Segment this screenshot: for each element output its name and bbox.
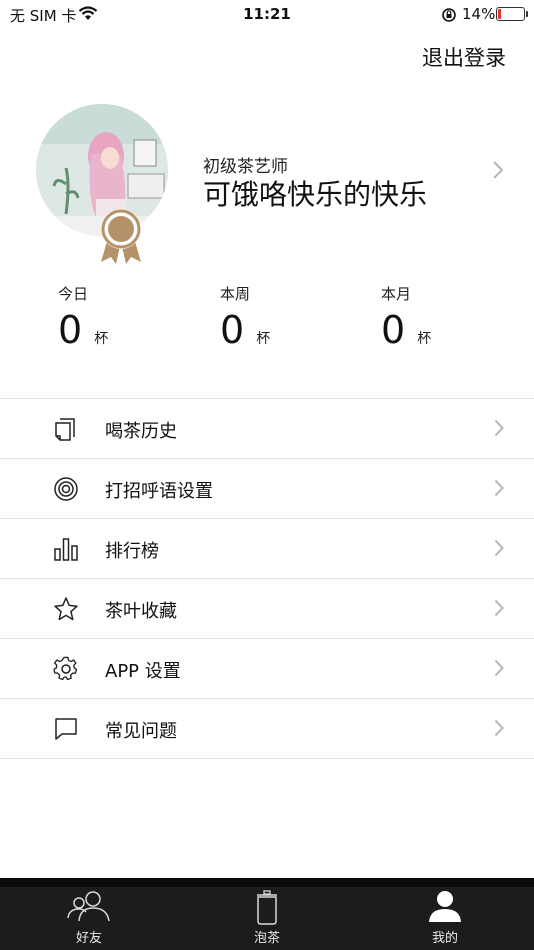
chevron-right-icon bbox=[494, 659, 504, 681]
user-icon bbox=[429, 891, 461, 922]
status-bar: 无 SIM 卡 11:21 14% bbox=[0, 0, 534, 28]
chevron-right-icon bbox=[494, 479, 504, 501]
history-icon bbox=[53, 416, 79, 442]
stat-label: 本月 bbox=[381, 285, 412, 303]
stat-label: 今日 bbox=[58, 285, 89, 303]
menu-item-label: 喝茶历史 bbox=[105, 421, 177, 442]
menu-item-faq[interactable]: 常见问题 bbox=[0, 699, 534, 759]
chevron-right-icon bbox=[494, 599, 504, 621]
stat-unit: 杯 bbox=[94, 331, 109, 347]
tab-label: 好友 bbox=[75, 931, 102, 946]
logout-button[interactable]: 退出登录 bbox=[422, 42, 506, 72]
battery-percent: 14% bbox=[462, 5, 496, 23]
tab-bar: 好友 泡茶 我的 bbox=[0, 878, 534, 950]
rotation-lock-icon bbox=[441, 7, 457, 27]
menu-item-tea-favorites[interactable]: 茶叶收藏 bbox=[0, 579, 534, 639]
tab-label: 我的 bbox=[431, 931, 458, 946]
stat-label: 本周 bbox=[220, 285, 251, 303]
stat-unit: 杯 bbox=[256, 331, 271, 347]
menu-item-label: 茶叶收藏 bbox=[105, 601, 177, 622]
stat-value: 0 bbox=[381, 308, 406, 352]
tab-friends[interactable]: 好友 bbox=[0, 887, 178, 950]
ranking-icon bbox=[53, 536, 79, 562]
star-icon bbox=[53, 596, 79, 622]
menu-item-greeting-settings[interactable]: 打招呼语设置 bbox=[0, 459, 534, 519]
user-nickname[interactable]: 可饿咯快乐的快乐 bbox=[203, 173, 427, 213]
menu-item-tea-history[interactable]: 喝茶历史 bbox=[0, 399, 534, 459]
gear-icon bbox=[53, 656, 79, 682]
stat-value: 0 bbox=[220, 308, 245, 352]
battery-icon bbox=[496, 7, 528, 21]
stat-month: 本月 0杯 bbox=[381, 283, 521, 352]
chevron-right-icon bbox=[494, 719, 504, 741]
teapot-icon bbox=[257, 890, 277, 925]
friends-icon bbox=[67, 891, 110, 922]
tab-label: 泡茶 bbox=[253, 931, 280, 946]
chevron-right-icon bbox=[494, 539, 504, 561]
tab-brew-tea[interactable]: 泡茶 bbox=[178, 887, 356, 950]
greeting-icon bbox=[53, 476, 79, 502]
stat-week: 本周 0杯 bbox=[220, 283, 360, 352]
medal-badge-icon bbox=[98, 208, 144, 268]
chevron-right-icon bbox=[494, 419, 504, 441]
tab-mine[interactable]: 我的 bbox=[356, 887, 534, 950]
menu-item-label: 打招呼语设置 bbox=[105, 481, 213, 502]
chevron-right-icon[interactable] bbox=[492, 160, 504, 184]
stat-today: 今日 0杯 bbox=[58, 283, 198, 352]
menu-item-ranking[interactable]: 排行榜 bbox=[0, 519, 534, 579]
menu-item-app-settings[interactable]: APP 设置 bbox=[0, 639, 534, 699]
menu-item-label: 常见问题 bbox=[105, 721, 177, 742]
chat-bubble-icon bbox=[53, 716, 79, 742]
stat-unit: 杯 bbox=[417, 331, 432, 347]
menu-item-label: 排行榜 bbox=[105, 541, 159, 562]
stat-value: 0 bbox=[58, 308, 83, 352]
menu-item-label: APP 设置 bbox=[105, 661, 181, 682]
settings-menu: 喝茶历史 打招呼语设置 排行榜 茶叶收藏 APP 设置 常见问题 bbox=[0, 398, 534, 759]
